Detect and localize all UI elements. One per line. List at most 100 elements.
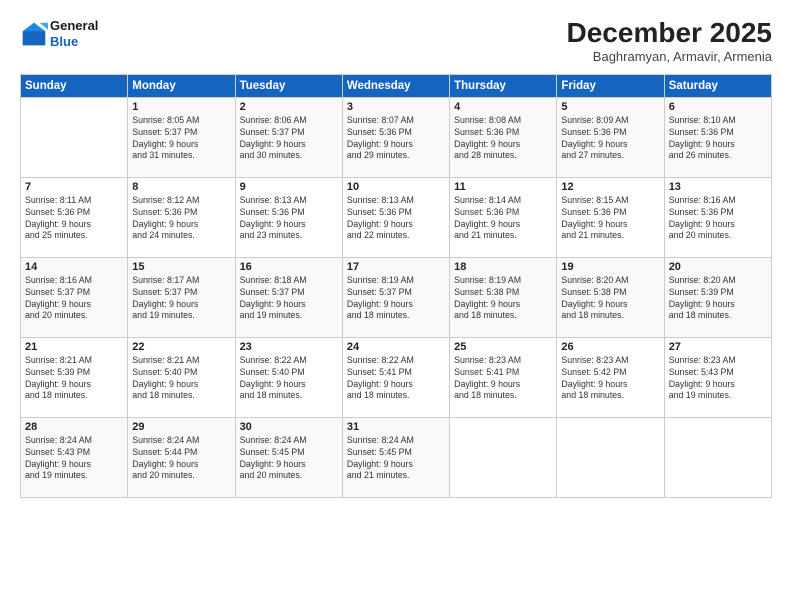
- cell-info: Sunrise: 8:11 AM Sunset: 5:36 PM Dayligh…: [25, 195, 123, 243]
- day-number: 11: [454, 181, 552, 193]
- calendar-week-2: 7 Sunrise: 8:11 AM Sunset: 5:36 PM Daylig…: [21, 177, 772, 257]
- day-number: 13: [669, 181, 767, 193]
- cell-info: Sunrise: 8:24 AM Sunset: 5:45 PM Dayligh…: [240, 435, 338, 483]
- day-number: 12: [561, 181, 659, 193]
- logo-icon: [20, 20, 48, 48]
- day-number: 30: [240, 421, 338, 433]
- day-number: 27: [669, 341, 767, 353]
- calendar-cell: 26Sunrise: 8:23 AM Sunset: 5:42 PM Dayli…: [557, 337, 664, 417]
- calendar-cell: 28 Sunrise: 8:24 AM Sunset: 5:43 PM Dayli…: [21, 417, 128, 497]
- location-subtitle: Baghramyan, Armavir, Armenia: [567, 49, 772, 64]
- cell-info: Sunrise: 8:24 AM Sunset: 5:43 PM Dayligh…: [25, 435, 123, 483]
- calendar-cell: 19 Sunrise: 8:20 AM Sunset: 5:38 PM Dayli…: [557, 257, 664, 337]
- cell-info: Sunrise: 8:16 AM Sunset: 5:36 PM Dayligh…: [669, 195, 767, 243]
- day-number: 6: [669, 101, 767, 113]
- logo-text-block: General Blue: [50, 18, 98, 49]
- calendar-cell: 7 Sunrise: 8:11 AM Sunset: 5:36 PM Daylig…: [21, 177, 128, 257]
- calendar-cell: [557, 417, 664, 497]
- day-number: 16: [240, 261, 338, 273]
- calendar-cell: 25 Sunrise: 8:23 AM Sunset: 5:41 PM Dayli…: [450, 337, 557, 417]
- day-number: 28: [25, 421, 123, 433]
- cell-info: Sunrise: 8:12 AM Sunset: 5:36 PM Dayligh…: [132, 195, 230, 243]
- cell-info: Sunrise: 8:13 AM Sunset: 5:36 PM Dayligh…: [347, 195, 445, 243]
- cell-info: Sunrise: 8:13 AM Sunset: 5:36 PM Dayligh…: [240, 195, 338, 243]
- day-number: 4: [454, 101, 552, 113]
- col-tuesday: Tuesday: [235, 74, 342, 97]
- cell-info: Sunrise: 8:22 AM Sunset: 5:41 PM Dayligh…: [347, 355, 445, 403]
- cell-info: Sunrise: 8:09 AM Sunset: 5:36 PM Dayligh…: [561, 115, 659, 163]
- calendar-cell: 10 Sunrise: 8:13 AM Sunset: 5:36 PM Dayli…: [342, 177, 449, 257]
- title-block: December 2025 Baghramyan, Armavir, Armen…: [567, 18, 772, 64]
- calendar-cell: 16 Sunrise: 8:18 AM Sunset: 5:37 PM Dayli…: [235, 257, 342, 337]
- calendar-header: Sunday Monday Tuesday Wednesday Thursday…: [21, 74, 772, 97]
- cell-info: Sunrise: 8:15 AM Sunset: 5:36 PM Dayligh…: [561, 195, 659, 243]
- calendar-cell: 2 Sunrise: 8:06 AM Sunset: 5:37 PM Daylig…: [235, 97, 342, 177]
- cell-info: Sunrise: 8:05 AM Sunset: 5:37 PM Dayligh…: [132, 115, 230, 163]
- day-number: 31: [347, 421, 445, 433]
- col-monday: Monday: [128, 74, 235, 97]
- col-friday: Friday: [557, 74, 664, 97]
- day-number: 19: [561, 261, 659, 273]
- col-sunday: Sunday: [21, 74, 128, 97]
- calendar-cell: 29Sunrise: 8:24 AM Sunset: 5:44 PM Dayli…: [128, 417, 235, 497]
- logo-line2: Blue: [50, 34, 98, 50]
- col-wednesday: Wednesday: [342, 74, 449, 97]
- calendar-cell: 21 Sunrise: 8:21 AM Sunset: 5:39 PM Dayli…: [21, 337, 128, 417]
- page: General Blue December 2025 Baghramyan, A…: [0, 0, 792, 612]
- day-number: 10: [347, 181, 445, 193]
- calendar-cell: 13 Sunrise: 8:16 AM Sunset: 5:36 PM Dayli…: [664, 177, 771, 257]
- calendar-cell: 31Sunrise: 8:24 AM Sunset: 5:45 PM Dayli…: [342, 417, 449, 497]
- cell-info: Sunrise: 8:18 AM Sunset: 5:37 PM Dayligh…: [240, 275, 338, 323]
- cell-info: Sunrise: 8:19 AM Sunset: 5:38 PM Dayligh…: [454, 275, 552, 323]
- day-number: 20: [669, 261, 767, 273]
- cell-info: Sunrise: 8:14 AM Sunset: 5:36 PM Dayligh…: [454, 195, 552, 243]
- cell-info: Sunrise: 8:06 AM Sunset: 5:37 PM Dayligh…: [240, 115, 338, 163]
- cell-info: Sunrise: 8:08 AM Sunset: 5:36 PM Dayligh…: [454, 115, 552, 163]
- header: General Blue December 2025 Baghramyan, A…: [20, 18, 772, 64]
- logo-line1: General: [50, 18, 98, 34]
- cell-info: Sunrise: 8:22 AM Sunset: 5:40 PM Dayligh…: [240, 355, 338, 403]
- calendar-cell: 14Sunrise: 8:16 AM Sunset: 5:37 PM Dayli…: [21, 257, 128, 337]
- calendar-week-4: 21 Sunrise: 8:21 AM Sunset: 5:39 PM Dayli…: [21, 337, 772, 417]
- logo: General Blue: [20, 18, 98, 49]
- cell-info: Sunrise: 8:17 AM Sunset: 5:37 PM Dayligh…: [132, 275, 230, 323]
- calendar-cell: [21, 97, 128, 177]
- month-title: December 2025: [567, 18, 772, 49]
- calendar-cell: 27Sunrise: 8:23 AM Sunset: 5:43 PM Dayli…: [664, 337, 771, 417]
- cell-info: Sunrise: 8:21 AM Sunset: 5:39 PM Dayligh…: [25, 355, 123, 403]
- day-number: 15: [132, 261, 230, 273]
- col-thursday: Thursday: [450, 74, 557, 97]
- day-number: 9: [240, 181, 338, 193]
- calendar-week-5: 28 Sunrise: 8:24 AM Sunset: 5:43 PM Dayli…: [21, 417, 772, 497]
- cell-info: Sunrise: 8:16 AM Sunset: 5:37 PM Dayligh…: [25, 275, 123, 323]
- calendar-cell: 8Sunrise: 8:12 AM Sunset: 5:36 PM Daylig…: [128, 177, 235, 257]
- calendar-cell: 3Sunrise: 8:07 AM Sunset: 5:36 PM Daylig…: [342, 97, 449, 177]
- calendar-week-3: 14Sunrise: 8:16 AM Sunset: 5:37 PM Dayli…: [21, 257, 772, 337]
- calendar-cell: 12 Sunrise: 8:15 AM Sunset: 5:36 PM Dayli…: [557, 177, 664, 257]
- cell-info: Sunrise: 8:23 AM Sunset: 5:41 PM Dayligh…: [454, 355, 552, 403]
- calendar-cell: 30 Sunrise: 8:24 AM Sunset: 5:45 PM Dayli…: [235, 417, 342, 497]
- calendar-cell: 4 Sunrise: 8:08 AM Sunset: 5:36 PM Daylig…: [450, 97, 557, 177]
- calendar-cell: 1 Sunrise: 8:05 AM Sunset: 5:37 PM Daylig…: [128, 97, 235, 177]
- cell-info: Sunrise: 8:20 AM Sunset: 5:38 PM Dayligh…: [561, 275, 659, 323]
- cell-info: Sunrise: 8:07 AM Sunset: 5:36 PM Dayligh…: [347, 115, 445, 163]
- calendar-cell: 24 Sunrise: 8:22 AM Sunset: 5:41 PM Dayli…: [342, 337, 449, 417]
- cell-info: Sunrise: 8:19 AM Sunset: 5:37 PM Dayligh…: [347, 275, 445, 323]
- day-number: 21: [25, 341, 123, 353]
- calendar-cell: 5Sunrise: 8:09 AM Sunset: 5:36 PM Daylig…: [557, 97, 664, 177]
- day-number: 1: [132, 101, 230, 113]
- calendar-cell: 15 Sunrise: 8:17 AM Sunset: 5:37 PM Dayli…: [128, 257, 235, 337]
- day-number: 2: [240, 101, 338, 113]
- day-number: 7: [25, 181, 123, 193]
- calendar-week-1: 1 Sunrise: 8:05 AM Sunset: 5:37 PM Daylig…: [21, 97, 772, 177]
- day-number: 25: [454, 341, 552, 353]
- calendar-cell: [450, 417, 557, 497]
- calendar-cell: 22Sunrise: 8:21 AM Sunset: 5:40 PM Dayli…: [128, 337, 235, 417]
- day-number: 26: [561, 341, 659, 353]
- day-number: 17: [347, 261, 445, 273]
- calendar-cell: 23 Sunrise: 8:22 AM Sunset: 5:40 PM Dayli…: [235, 337, 342, 417]
- day-number: 23: [240, 341, 338, 353]
- calendar-cell: [664, 417, 771, 497]
- day-number: 24: [347, 341, 445, 353]
- day-number: 18: [454, 261, 552, 273]
